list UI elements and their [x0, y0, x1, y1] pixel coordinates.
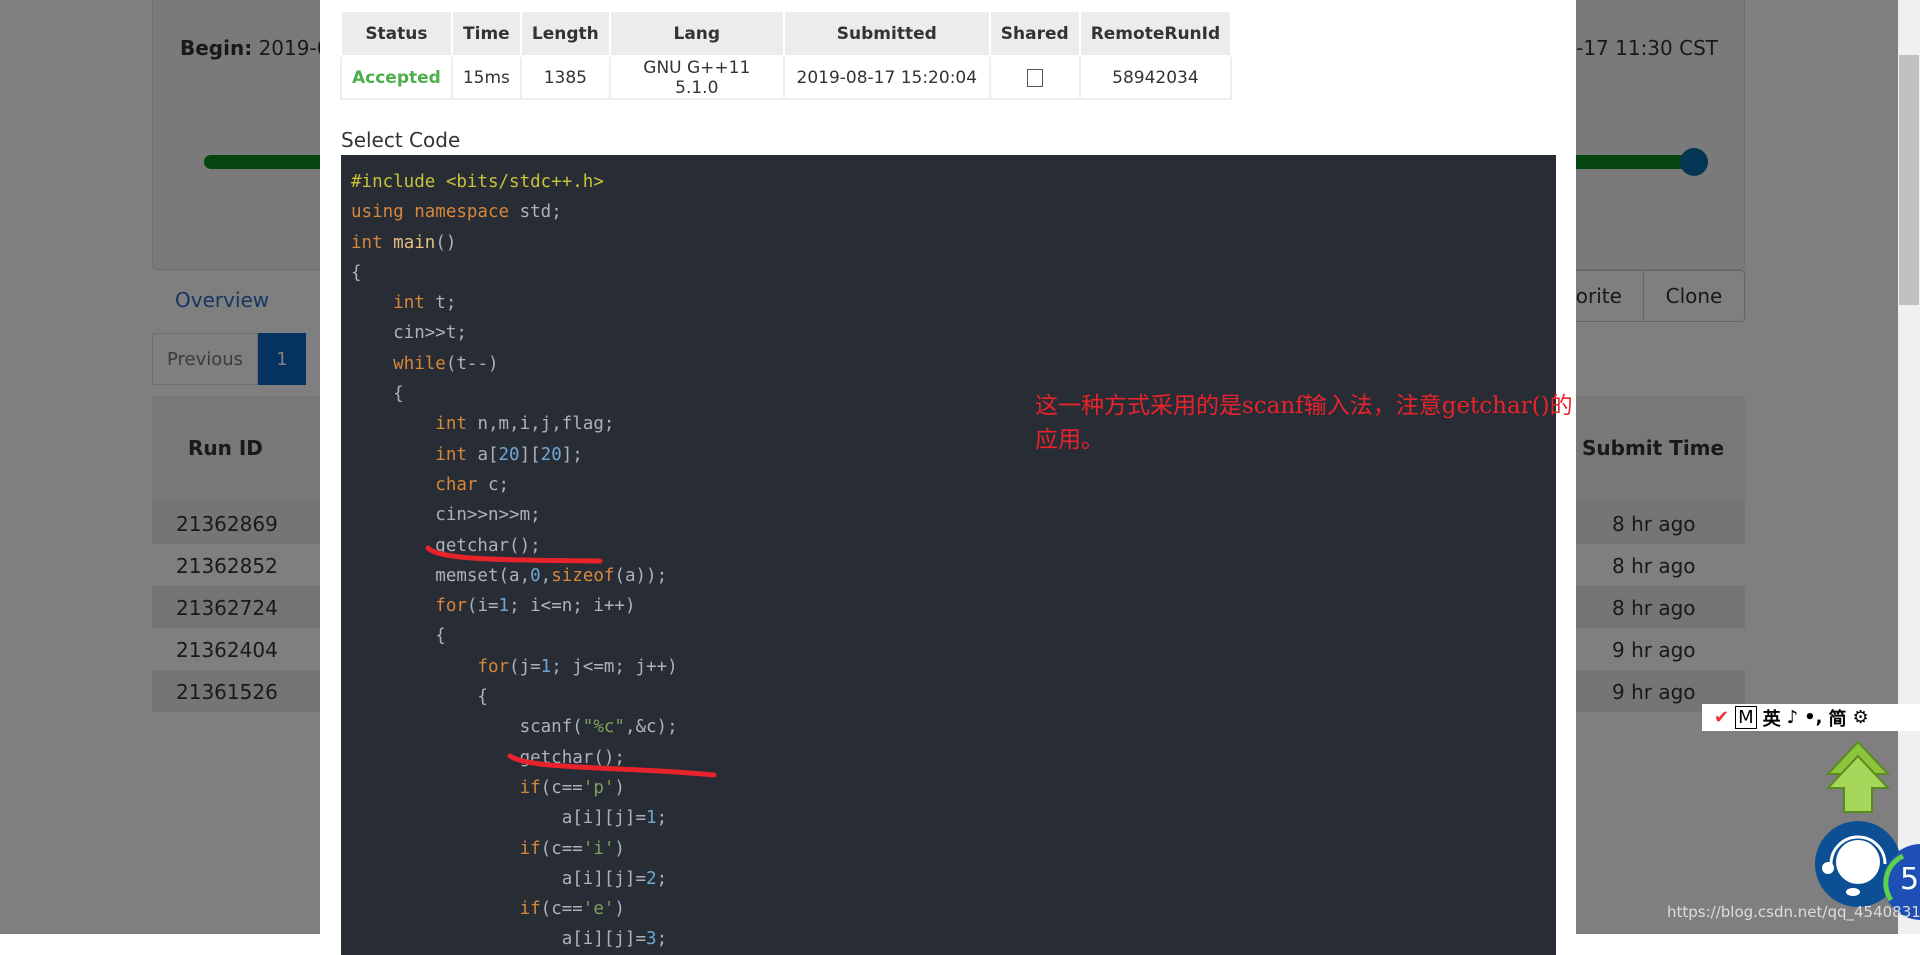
- ime-toolbar[interactable]: ✔ M 英 ♪ •, 简 ⚙: [1702, 704, 1920, 731]
- badge-number: 5: [1900, 862, 1920, 897]
- underline-mark: [425, 545, 603, 564]
- ime-punct-icon[interactable]: •,: [1804, 707, 1822, 728]
- ime-doc-icon[interactable]: ✔: [1714, 707, 1729, 728]
- ime-gear-icon[interactable]: ⚙: [1852, 707, 1868, 728]
- ime-simplified-toggle[interactable]: 简: [1828, 705, 1846, 731]
- red-underline-annotations: [425, 545, 717, 778]
- watermark: https://blog.csdn.net/qq_45408318: [1667, 903, 1920, 921]
- back-to-top-arrow-icon[interactable]: [1822, 740, 1894, 820]
- ime-moon-icon[interactable]: ♪: [1787, 707, 1799, 728]
- ime-lang-toggle[interactable]: 英: [1763, 705, 1781, 731]
- ime-m-icon[interactable]: M: [1735, 706, 1757, 729]
- underline-mark: [507, 753, 717, 778]
